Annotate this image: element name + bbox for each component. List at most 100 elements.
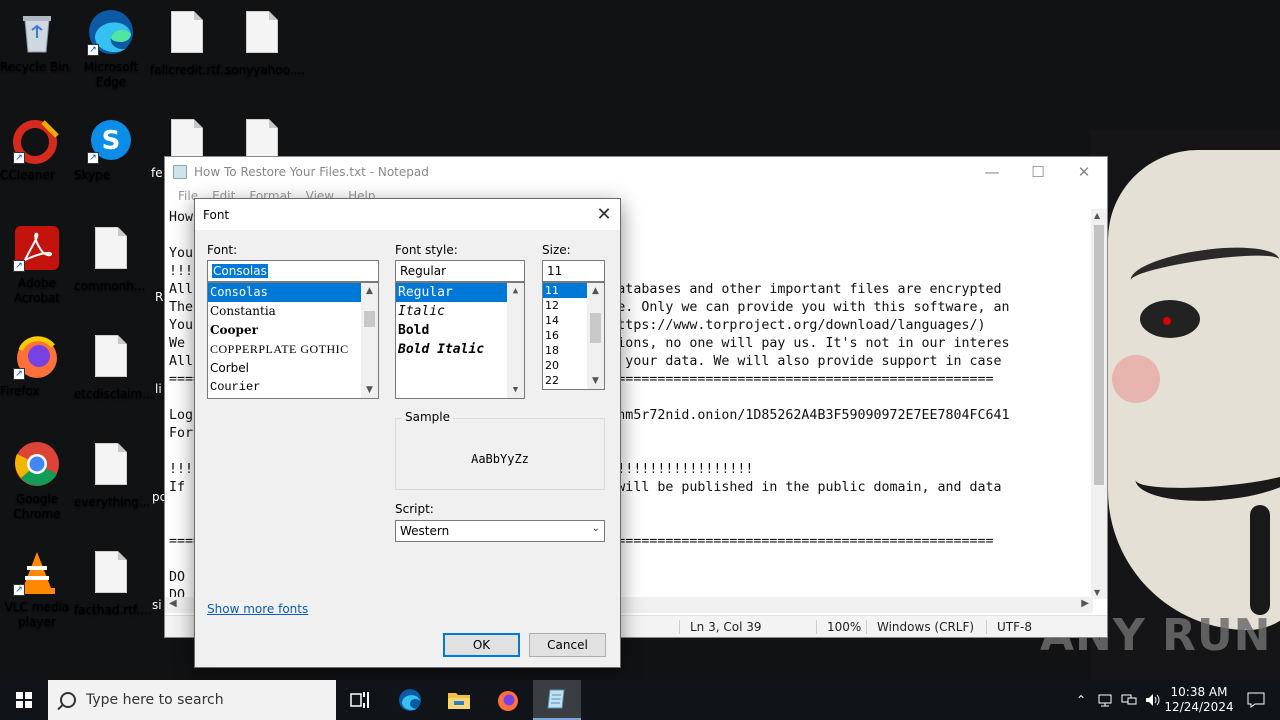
close-icon[interactable]: ✕ (588, 204, 620, 225)
desktop-icon-file[interactable]: fallcredit.rtf... (150, 8, 231, 77)
font-dialog-titlebar[interactable]: Font ✕ (195, 199, 620, 230)
desktop-icon-file[interactable]: sonyyahoo.... (225, 8, 305, 77)
vlc-icon: ↗ (13, 548, 61, 596)
font-list-item[interactable]: Consolas (208, 283, 378, 302)
font-list-item[interactable]: Constantia (208, 302, 378, 321)
partial-icon-label: li (155, 382, 162, 396)
notification-icon[interactable] (1242, 680, 1270, 720)
status-encoding: UTF-8 (986, 620, 1032, 634)
scroll-down-icon[interactable]: ▼ (361, 382, 378, 398)
notepad-title: How To Restore Your Files.txt - Notepad (194, 165, 429, 179)
sample-text: AaBbYyZz (471, 452, 529, 466)
font-list-item[interactable]: Courier (208, 378, 378, 397)
start-button[interactable] (0, 680, 48, 720)
scrollbar-thumb[interactable] (364, 311, 375, 327)
scroll-up-icon[interactable]: ▲ (587, 283, 604, 299)
taskbar: Type here to search ⌃ 10:38 AM 12/24/202… (0, 680, 1280, 720)
chevron-up-icon[interactable]: ⌃ (1070, 680, 1092, 720)
vertical-scrollbar[interactable]: ▲ ▼ (1091, 209, 1107, 599)
font-style-item[interactable]: Italic (396, 302, 524, 321)
scrollbar-thumb[interactable] (1094, 225, 1104, 485)
taskbar-notepad[interactable] (533, 680, 581, 720)
partial-icon-label: R (155, 290, 164, 304)
shortcut-arrow-icon: ↗ (13, 584, 25, 596)
scroll-left-icon[interactable]: ◀ (169, 598, 177, 609)
ccleaner-icon: ↗ (13, 116, 61, 164)
font-list-item[interactable]: COPPERPLATE GOTHIC (208, 340, 378, 359)
document-icon (238, 11, 286, 59)
font-size-list[interactable]: 11 12 14 16 18 20 22 ▲ ▼ (542, 282, 605, 390)
edge-icon (399, 689, 421, 711)
notepad-titlebar[interactable]: How To Restore Your Files.txt - Notepad … (165, 157, 1107, 187)
script-select[interactable]: Western ⌄ (395, 520, 605, 542)
scroll-up-icon[interactable]: ▲ (361, 283, 378, 299)
clock-date: 12/24/2024 (1164, 700, 1234, 714)
desktop-icon-recycle-bin[interactable]: Recycle Bin (0, 8, 74, 74)
font-style-scrollbar[interactable]: ▲ ▼ (507, 283, 524, 398)
font-list[interactable]: Consolas Constantia Cooper COPPERPLATE G… (207, 282, 379, 399)
font-style-item[interactable]: Regular (396, 283, 524, 302)
desktop-icon-ccleaner[interactable]: ↗ CCleaner (0, 116, 74, 182)
monitor-icon[interactable] (1118, 680, 1140, 720)
desktop-icon-label: VLC media player (4, 600, 70, 629)
scrollbar-thumb[interactable] (590, 313, 601, 343)
clock[interactable]: 10:38 AM 12/24/2024 (1164, 680, 1234, 720)
show-more-fonts-link[interactable]: Show more fonts (207, 602, 308, 616)
font-style-list[interactable]: Regular Italic Bold Bold Italic ▲ ▼ (395, 282, 525, 399)
font-list-item[interactable]: Cooper (208, 321, 378, 340)
desktop-icon-vlc[interactable]: ↗ VLC media player (0, 548, 74, 629)
scroll-right-icon[interactable]: ▶ (1081, 598, 1089, 609)
wallpaper-mask-pupil (1163, 317, 1171, 325)
wallpaper-mask-beard (1250, 505, 1270, 615)
scroll-down-icon[interactable]: ▼ (507, 382, 524, 398)
scroll-up-icon[interactable]: ▲ (507, 283, 524, 299)
shortcut-arrow-icon: ↗ (13, 368, 25, 380)
search-placeholder: Type here to search (86, 692, 224, 708)
status-line-ending: Windows (CRLF) (866, 620, 974, 634)
shortcut-arrow-icon: ↗ (13, 260, 25, 272)
desktop-icon-label: Firefox (0, 384, 40, 398)
task-view-button[interactable] (336, 680, 384, 720)
desktop-icon-google-chrome[interactable]: Google Chrome (0, 440, 74, 521)
network-icon[interactable] (1094, 680, 1116, 720)
speaker-icon[interactable] (1142, 680, 1164, 720)
desktop-icon-label: Google Chrome (13, 492, 61, 521)
desktop-icon-adobe-acrobat[interactable]: ↗ Adobe Acrobat (0, 224, 74, 305)
scroll-up-icon[interactable]: ▲ (1094, 211, 1100, 220)
close-button[interactable]: ✕ (1061, 163, 1107, 181)
desktop-icon-firefox[interactable]: ↗ Firefox (0, 332, 74, 398)
font-style-item[interactable]: Bold (396, 321, 524, 340)
taskbar-file-explorer[interactable] (435, 680, 483, 720)
desktop-icon-file[interactable]: commonh... (74, 224, 148, 293)
desktop-icon-label: Adobe Acrobat (13, 276, 61, 305)
firefox-icon (498, 691, 518, 711)
skype-icon: S ↗ (87, 116, 135, 164)
taskbar-search-box[interactable]: Type here to search (48, 680, 336, 720)
font-style-item[interactable]: Bold Italic (396, 340, 524, 359)
minimize-button[interactable]: — (969, 163, 1015, 181)
taskbar-firefox[interactable] (484, 680, 532, 720)
desktop-icon-label: Recycle Bin (0, 60, 70, 74)
desktop-icon-skype[interactable]: S ↗ Skype (74, 116, 148, 182)
font-name-input[interactable]: Consolas (207, 260, 379, 282)
desktop-icon-file[interactable]: facthad.rtf.... (74, 548, 152, 617)
cancel-button[interactable]: Cancel (529, 633, 606, 657)
font-list-scrollbar[interactable]: ▲ ▼ (361, 283, 378, 398)
maximize-button[interactable]: ☐ (1015, 163, 1061, 181)
scroll-down-icon[interactable]: ▼ (587, 373, 604, 389)
scroll-down-icon[interactable]: ▼ (1094, 588, 1100, 597)
taskbar-edge[interactable] (386, 680, 434, 720)
desktop-icon-file[interactable]: etcdisclaim... (74, 332, 154, 401)
firefox-icon: ↗ (13, 332, 61, 380)
document-icon (87, 335, 135, 383)
font-size-scrollbar[interactable]: ▲ ▼ (587, 283, 604, 389)
desktop-icon-microsoft-edge[interactable]: ↗ Microsoft Edge (74, 8, 148, 89)
font-size-input[interactable]: 11 (542, 260, 605, 282)
ok-button[interactable]: OK (443, 633, 520, 657)
font-size-value: 11 (547, 264, 563, 278)
font-style-input[interactable]: Regular (395, 260, 525, 282)
desktop-icon-file[interactable]: everything... (74, 440, 150, 509)
desktop-icon-label: etcdisclaim... (74, 387, 154, 401)
font-list-item[interactable]: Corbel (208, 359, 378, 378)
font-size-item[interactable]: 11 (543, 283, 587, 298)
